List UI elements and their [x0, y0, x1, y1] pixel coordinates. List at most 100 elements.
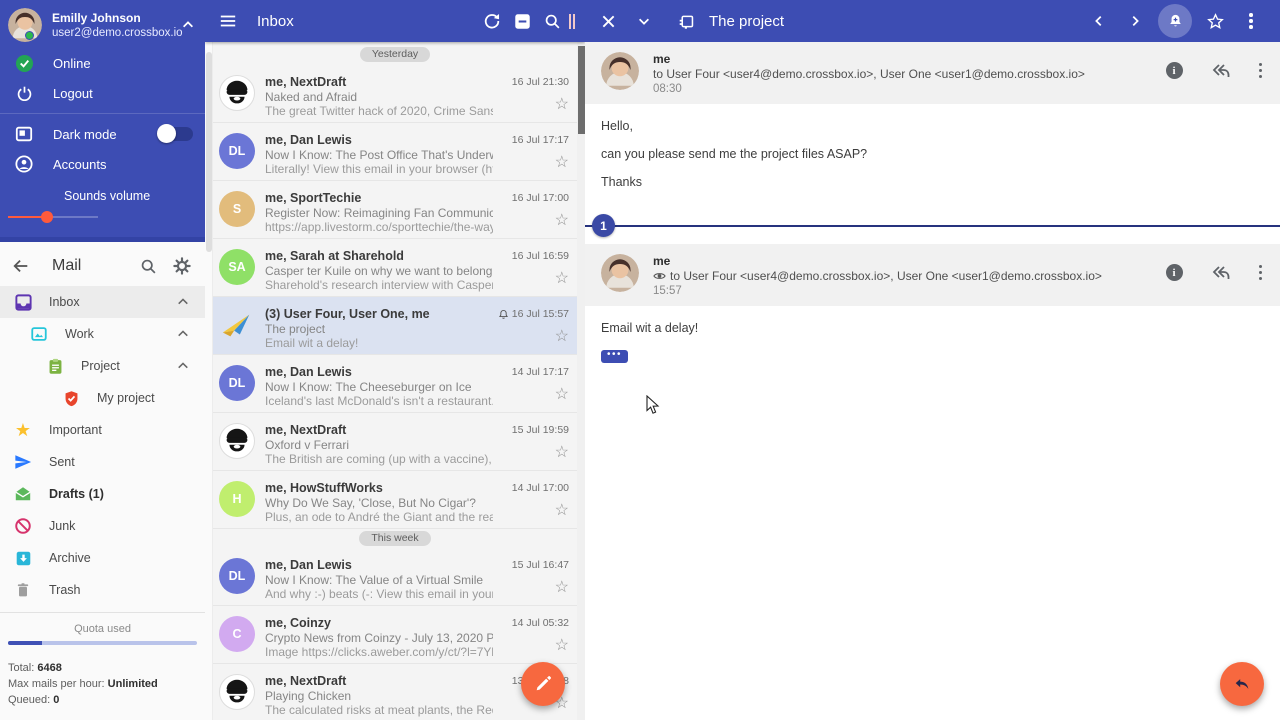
mail-date: 15 Jul 19:59	[511, 424, 569, 436]
chevron-left-icon[interactable]	[1084, 6, 1114, 36]
list-item[interactable]: C me, Coinzy Crypto News from Coinzy - J…	[213, 606, 577, 664]
menu-icon[interactable]	[213, 6, 243, 36]
mail-snippet: The calculated risks at meat plants, the…	[265, 703, 493, 717]
archive-icon	[12, 550, 34, 567]
chevron-right-icon[interactable]	[1120, 6, 1150, 36]
message-header[interactable]: me to User Four <user4@demo.crossbox.io>…	[585, 42, 1280, 104]
list-item[interactable]: SA me, Sarah at Sharehold Casper ter Kui…	[213, 239, 577, 297]
date-group-chip: Yesterday	[359, 47, 431, 62]
star-icon[interactable]: ☆	[495, 96, 569, 114]
star-icon[interactable]: ☆	[495, 328, 569, 346]
mail-sender: me, NextDraft	[265, 423, 347, 437]
shield-check-icon	[60, 390, 82, 407]
slider-thumb[interactable]	[41, 211, 53, 223]
reply-button[interactable]	[1220, 662, 1264, 706]
tab-icon	[671, 6, 701, 36]
pane-splitter-handle[interactable]	[569, 13, 575, 29]
notifications-bell-button[interactable]	[1158, 4, 1192, 38]
show-quoted-text-button[interactable]: •••	[601, 349, 629, 363]
profile-row[interactable]: Emilly Johnson user2@demo.crossbox.io	[0, 0, 205, 48]
sounds-volume-slider[interactable]	[8, 207, 197, 227]
sidebar-item-drafts[interactable]: Drafts (1)	[0, 478, 205, 510]
select-all-icon[interactable]	[507, 6, 537, 36]
mail-sender: me, Sarah at Sharehold	[265, 249, 404, 263]
star-icon[interactable]: ☆	[495, 386, 569, 404]
close-icon[interactable]	[593, 6, 623, 36]
list-item[interactable]: DL me, Dan Lewis Now I Know: The Post Of…	[213, 123, 577, 181]
logout-label: Logout	[53, 85, 93, 101]
search-icon[interactable]	[140, 258, 157, 275]
sidebar-item-label: Sent	[49, 455, 75, 469]
sidebar-item-trash[interactable]: Trash	[0, 574, 205, 606]
more-menu-icon[interactable]	[1258, 264, 1262, 281]
more-menu-icon[interactable]	[1236, 6, 1266, 36]
scrollbar-thumb[interactable]	[578, 46, 585, 134]
star-icon[interactable]	[1200, 6, 1230, 36]
search-icon[interactable]	[537, 6, 567, 36]
chevron-up-icon[interactable]	[177, 296, 189, 308]
unread-count-badge: 1	[592, 214, 615, 237]
sidebar-item-project[interactable]: Project	[0, 350, 205, 382]
reply-all-icon[interactable]	[1211, 265, 1231, 281]
list-item[interactable]: S me, SportTechie Register Now: Reimagin…	[213, 181, 577, 239]
mail-sender: me, Dan Lewis	[265, 365, 352, 379]
list-item[interactable]: me, NextDraft Naked and Afraid The great…	[213, 65, 577, 123]
reply-all-icon[interactable]	[1211, 63, 1231, 79]
sidebar-item-work[interactable]: Work	[0, 318, 205, 350]
chevron-up-icon[interactable]	[181, 18, 195, 32]
star-icon[interactable]: ☆	[495, 270, 569, 288]
star-icon[interactable]: ☆	[495, 444, 569, 462]
star-icon[interactable]: ☆	[495, 502, 569, 520]
drafts-envelope-icon	[12, 485, 34, 503]
nav-scrollbar[interactable]	[205, 42, 213, 720]
online-label: Online	[53, 55, 91, 71]
sidebar-item-inbox[interactable]: Inbox	[0, 286, 205, 318]
online-status-icon	[12, 54, 36, 73]
accounts-item[interactable]: Accounts	[0, 149, 205, 179]
status-online-item[interactable]: Online	[0, 48, 205, 78]
mail-sender: (3) User Four, User One, me	[265, 307, 430, 321]
back-arrow-icon[interactable]	[12, 257, 30, 275]
info-icon[interactable]: i	[1165, 264, 1183, 281]
list-item[interactable]: me, NextDraft Oxford v Ferrari The Briti…	[213, 413, 577, 471]
date-group-chip: This week	[359, 531, 431, 546]
scrollbar-thumb[interactable]	[206, 52, 212, 252]
initials-avatar: SA	[219, 249, 255, 285]
compose-button[interactable]	[521, 662, 565, 706]
mail-subject: Why Do We Say, 'Close, But No Cigar'?	[265, 496, 476, 510]
sidebar-item-archive[interactable]: Archive	[0, 542, 205, 574]
divider	[0, 113, 205, 114]
dark-mode-toggle[interactable]	[157, 124, 193, 143]
mail-sender: me, NextDraft	[265, 75, 347, 89]
star-icon[interactable]: ☆	[495, 212, 569, 230]
message-header[interactable]: me to User Four <user4@demo.crossbox.io>…	[585, 244, 1280, 306]
sidebar-item-important[interactable]: ★ Important	[0, 414, 205, 446]
list-header: Inbox	[205, 0, 585, 42]
mail-date: 16 Jul 17:17	[511, 134, 569, 146]
chevron-down-icon[interactable]	[629, 6, 659, 36]
seen-eye-icon	[653, 271, 666, 281]
list-item[interactable]: DL me, Dan Lewis Now I Know: The Cheeseb…	[213, 355, 577, 413]
star-icon[interactable]: ☆	[495, 579, 569, 597]
sidebar-item-my-project[interactable]: My project	[0, 382, 205, 414]
info-icon[interactable]: i	[1165, 62, 1183, 79]
list-item[interactable]: DL me, Dan Lewis Now I Know: The Value o…	[213, 548, 577, 606]
dark-mode-item[interactable]: Dark mode	[0, 119, 205, 149]
message: me to User Four <user4@demo.crossbox.io>…	[585, 42, 1280, 206]
list-item[interactable]: H me, HowStuffWorks Why Do We Say, 'Clos…	[213, 471, 577, 529]
refresh-icon[interactable]	[477, 6, 507, 36]
chevron-up-icon[interactable]	[177, 328, 189, 340]
message: me to User Four <user4@demo.crossbox.io>…	[585, 244, 1280, 373]
sidebar-item-sent[interactable]: Sent	[0, 446, 205, 478]
sidebar-item-junk[interactable]: Junk	[0, 510, 205, 542]
more-menu-icon[interactable]	[1258, 62, 1262, 79]
star-icon[interactable]: ☆	[495, 637, 569, 655]
gear-icon[interactable]	[173, 257, 191, 275]
star-icon[interactable]: ☆	[495, 154, 569, 172]
avatar	[601, 254, 639, 292]
logout-item[interactable]: Logout	[0, 78, 205, 108]
list-item-selected[interactable]: (3) User Four, User One, me The project …	[213, 297, 577, 355]
chevron-up-icon[interactable]	[177, 360, 189, 372]
message-time: 08:30	[653, 83, 682, 95]
list-scrollbar[interactable]	[577, 42, 585, 720]
